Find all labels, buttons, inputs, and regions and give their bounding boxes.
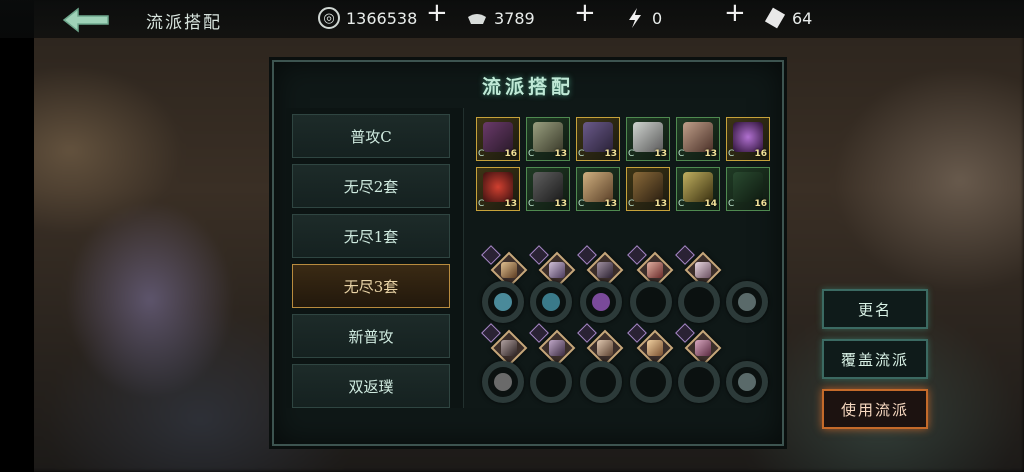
equipment-level: 16 <box>504 149 517 159</box>
ticket-icon <box>764 7 786 29</box>
equipment-slot[interactable]: C 13 <box>676 117 720 161</box>
equipment-level: 13 <box>654 149 667 159</box>
add-ingot-button[interactable]: + <box>574 0 596 26</box>
bracer-icon <box>533 122 563 152</box>
skill-emblem-icon <box>494 293 512 311</box>
equipment-slot[interactable]: C 13 <box>526 117 570 161</box>
skill-emblem-icon <box>542 293 560 311</box>
skill-emblem-icon <box>494 373 512 391</box>
add-silver-button[interactable]: + <box>426 0 448 26</box>
build-item[interactable]: 双返璞 <box>292 364 450 408</box>
build-item-selected[interactable]: 无尽3套 <box>292 264 450 308</box>
equipment-slot[interactable]: C 13 <box>626 167 670 211</box>
left-black-strip <box>0 0 34 472</box>
equipment-slot[interactable]: C 13 <box>476 167 520 211</box>
back-arrow-icon <box>62 7 109 33</box>
use-build-button[interactable]: 使用流派 <box>822 389 928 429</box>
skill-ring[interactable] <box>482 281 524 323</box>
build-item[interactable]: 新普攻 <box>292 314 450 358</box>
skill-ring[interactable] <box>482 361 524 403</box>
back-button[interactable] <box>58 5 114 35</box>
panel-title: 流派搭配 <box>481 76 574 98</box>
equipment-slot[interactable]: C 13 <box>526 167 570 211</box>
equipment-level: 13 <box>554 199 567 209</box>
skill-ring[interactable] <box>726 361 768 403</box>
rename-button[interactable]: 更名 <box>822 289 928 329</box>
equipment-level: 14 <box>704 199 717 209</box>
equipment-level: 13 <box>704 149 717 159</box>
wing-emblem-icon <box>738 293 756 311</box>
equipment-slot[interactable]: C 16 <box>476 117 520 161</box>
wing-emblem-icon <box>738 373 756 391</box>
lightning-icon <box>624 7 646 29</box>
shoulder-icon <box>683 172 713 202</box>
equipment-level: 13 <box>654 199 667 209</box>
skill-ring-empty[interactable] <box>630 281 672 323</box>
equipment-level: 13 <box>554 149 567 159</box>
build-item[interactable]: 普攻C <box>292 114 450 158</box>
equipment-slot[interactable]: C 14 <box>676 167 720 211</box>
skill-ring-empty[interactable] <box>580 361 622 403</box>
skill-ring-empty[interactable] <box>678 361 720 403</box>
armor-icon <box>583 122 613 152</box>
equipment-slot[interactable]: C 16 <box>726 117 770 161</box>
skill-ring-empty[interactable] <box>678 281 720 323</box>
sword-icon <box>733 172 763 202</box>
build-item[interactable]: 无尽1套 <box>292 214 450 258</box>
spear-icon <box>483 122 513 152</box>
ticket-resource: 64 <box>764 6 812 30</box>
equipment-slot[interactable]: C 13 <box>576 167 620 211</box>
equipment-level: 16 <box>754 199 767 209</box>
ingot-icon <box>466 7 488 29</box>
equipment-level: 13 <box>604 149 617 159</box>
skill-ring[interactable] <box>726 281 768 323</box>
equipment-slot[interactable]: C 16 <box>726 167 770 211</box>
cape-icon <box>533 172 563 202</box>
ingot-resource: 3789 + <box>466 0 596 30</box>
chest-icon <box>633 172 663 202</box>
build-panel: 流派搭配 普攻C 无尽2套 无尽1套 无尽3套 新普攻 双返璞 C 16 C 1… <box>272 60 784 446</box>
skill-ring-empty[interactable] <box>530 361 572 403</box>
skill-ring-empty[interactable] <box>630 361 672 403</box>
overwrite-build-button[interactable]: 覆盖流派 <box>822 339 928 379</box>
build-item[interactable]: 无尽2套 <box>292 164 450 208</box>
helmet-icon <box>733 122 763 152</box>
energy-resource: 0 + <box>624 0 746 30</box>
silver-coin-icon: ◎ <box>318 7 340 29</box>
equipment-level: 13 <box>604 199 617 209</box>
gauntlet-icon <box>583 172 613 202</box>
skill-ring[interactable] <box>530 281 572 323</box>
silver-value: 1366538 <box>346 8 418 28</box>
skill-emblem-icon <box>592 293 610 311</box>
equipment-slot[interactable]: C 13 <box>576 117 620 161</box>
ingot-value: 3789 <box>494 8 535 28</box>
equipment-slot[interactable]: C 13 <box>626 117 670 161</box>
equipment-level: 16 <box>754 149 767 159</box>
energy-value: 0 <box>652 8 663 28</box>
boots-icon <box>683 122 713 152</box>
skill-ring[interactable] <box>580 281 622 323</box>
add-energy-button[interactable]: + <box>724 0 746 26</box>
ticket-value: 64 <box>792 8 813 28</box>
ring-icon <box>483 172 513 202</box>
equipment-level: 13 <box>504 199 517 209</box>
top-bar: 流派搭配 ◎ 1366538 + 3789 + 0 + 64 <box>0 0 1024 38</box>
build-list: 普攻C 无尽2套 无尽1套 无尽3套 新普攻 双返璞 <box>286 108 464 408</box>
robe-icon <box>633 122 663 152</box>
silver-resource: ◎ 1366538 + <box>318 0 448 30</box>
page-title: 流派搭配 <box>146 13 222 33</box>
